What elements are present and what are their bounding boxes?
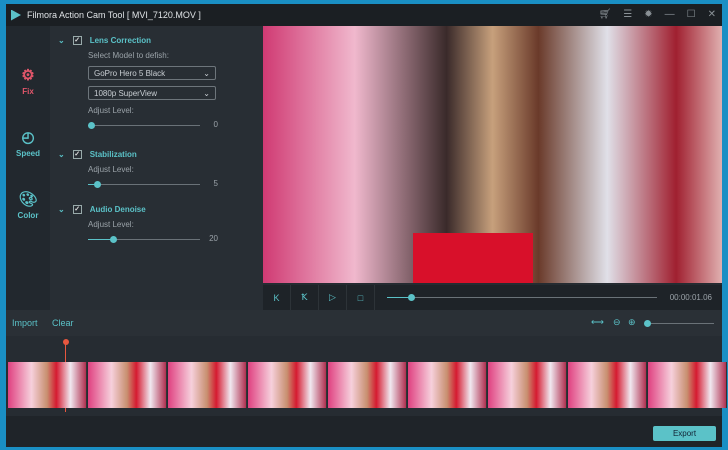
slider-handle[interactable] [109, 235, 117, 243]
stop-button[interactable]: □ [347, 285, 375, 310]
video-preview [263, 26, 722, 283]
timeline-strip[interactable] [6, 336, 727, 416]
stabilization-section: ⌄ ✓ Stabilization Adjust Level: 5 [58, 150, 218, 189]
lens-correction-checkbox[interactable]: ✓ [72, 36, 82, 45]
timeline-thumbnail[interactable] [168, 362, 247, 408]
settings-icon[interactable]: ✹ [644, 9, 652, 20]
fit-icon[interactable]: ⟷ [591, 317, 604, 328]
section-title: Stabilization [89, 150, 137, 159]
zoom-slider[interactable] [644, 318, 716, 328]
model-select[interactable]: GoPro Hero 5 Black ⌄ [88, 66, 216, 80]
seek-handle[interactable] [408, 294, 416, 301]
app-window: Filmora Action Cam Tool [ MVI_7120.MOV ]… [6, 4, 727, 447]
audio-denoise-checkbox[interactable]: ✓ [72, 205, 82, 214]
playback-controls: K Ꝁ ▷ □ 00:00:01.06 [263, 285, 722, 310]
zoom-handle[interactable] [644, 319, 652, 327]
window-title: Filmora Action Cam Tool [ MVI_7120.MOV ] [27, 10, 201, 20]
seek-bar[interactable] [387, 293, 657, 303]
slider-value: 20 [209, 234, 218, 243]
prev-frame-button[interactable]: K [263, 285, 291, 310]
chevron-down-icon: ⌄ [203, 69, 210, 78]
chevron-down-icon: ⌄ [203, 89, 210, 98]
speedometer-icon: ◴ [21, 129, 35, 146]
adjust-label: Adjust Level: [88, 220, 134, 229]
audio-denoise-slider[interactable]: 20 [88, 234, 218, 244]
chevron-down-icon[interactable]: ⌄ [58, 36, 65, 45]
next-frame-button[interactable]: Ꝁ [291, 285, 319, 310]
slider-handle[interactable] [93, 180, 101, 188]
playhead-marker[interactable] [63, 339, 69, 345]
adjust-label: Adjust Level: [88, 106, 134, 115]
play-button[interactable]: ▷ [319, 285, 347, 310]
timeline-thumbnail[interactable] [408, 362, 487, 408]
slider-value: 0 [213, 120, 218, 129]
mode-select[interactable]: 1080p SuperView ⌄ [88, 86, 216, 100]
lens-correction-section: ⌄ ✓ Lens Correction Select Model to defish… [58, 36, 218, 130]
export-button[interactable]: Export [653, 426, 716, 441]
zoom-in-icon[interactable]: ⊕ [628, 317, 636, 328]
list-icon[interactable]: ☰ [623, 9, 632, 20]
sidebar-item-fix[interactable]: ⚙ Fix [6, 66, 50, 96]
sidebar: ⚙ Fix ◴ Speed 🎨︎ Color [6, 26, 50, 310]
clear-button[interactable]: Clear [52, 318, 74, 328]
audio-denoise-section: ⌄ ✓ Audio Denoise Adjust Level: 20 [58, 205, 218, 244]
lens-slider[interactable]: 0 [88, 120, 218, 130]
sidebar-item-color[interactable]: 🎨︎ Color [6, 190, 50, 220]
section-title: Lens Correction [89, 36, 152, 45]
title-bar: Filmora Action Cam Tool [ MVI_7120.MOV ]… [6, 4, 722, 26]
adjust-label: Adjust Level: [88, 165, 134, 174]
model-value: GoPro Hero 5 Black [94, 69, 166, 78]
mode-value: 1080p SuperView [94, 89, 158, 98]
zoom-out-icon[interactable]: ⊖ [613, 317, 621, 328]
bottom-bar: Export [6, 416, 722, 447]
app-logo-icon [11, 9, 21, 21]
maximize-icon[interactable]: ☐ [687, 9, 696, 20]
settings-panel: ⌄ ✓ Lens Correction Select Model to defish… [50, 26, 263, 310]
stabilization-checkbox[interactable]: ✓ [72, 150, 82, 159]
chevron-down-icon[interactable]: ⌄ [58, 150, 65, 159]
section-title: Audio Denoise [89, 205, 146, 214]
cart-icon[interactable]: 🛒︎ [599, 9, 612, 20]
slider-value: 5 [213, 179, 218, 188]
timeline-thumbnail[interactable] [248, 362, 327, 408]
timeline-thumbnail[interactable] [648, 362, 727, 408]
gear-icon: ⚙ [21, 67, 35, 84]
model-label: Select Model to defish: [88, 51, 169, 60]
stabilization-slider[interactable]: 5 [88, 179, 218, 189]
video-frame-content [413, 233, 533, 283]
timeline-thumbnail[interactable] [328, 362, 407, 408]
timeline-toolbar: Import Clear ⟷ ⊖ ⊕ [6, 310, 722, 336]
timeline-thumbnail[interactable] [568, 362, 647, 408]
sidebar-item-speed[interactable]: ◴ Speed [6, 128, 50, 158]
minimize-icon[interactable]: — [665, 9, 675, 20]
timeline-thumbnail[interactable] [488, 362, 567, 408]
chevron-down-icon[interactable]: ⌄ [58, 205, 65, 214]
timeline-thumbnail[interactable] [8, 362, 87, 408]
slider-handle[interactable] [88, 121, 96, 129]
close-icon[interactable]: ✕ [708, 9, 716, 20]
palette-icon: 🎨︎ [18, 191, 38, 208]
timeline-thumbnail[interactable] [88, 362, 167, 408]
time-display: 00:00:01.06 [669, 293, 712, 302]
import-button[interactable]: Import [12, 318, 38, 328]
